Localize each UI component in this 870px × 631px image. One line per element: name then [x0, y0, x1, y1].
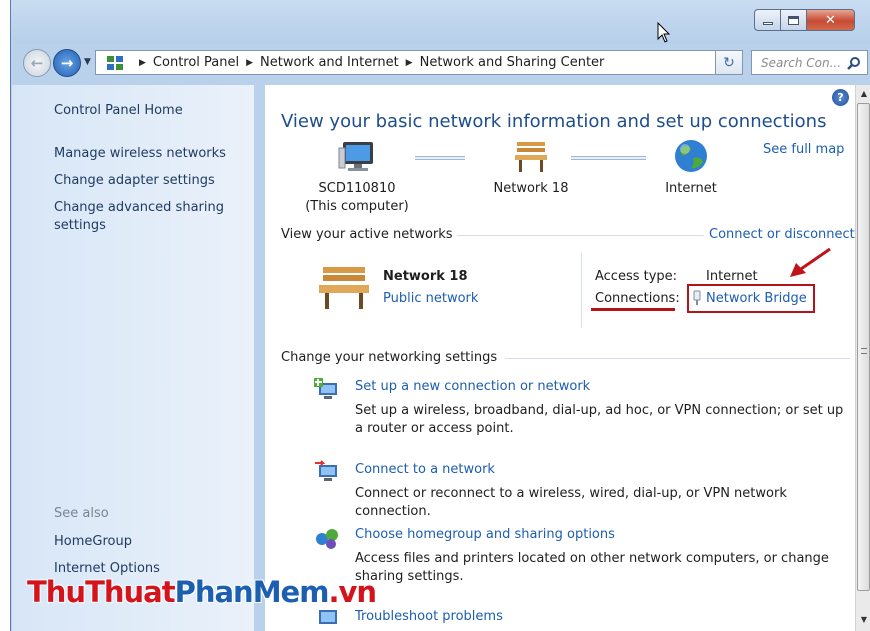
refresh-icon: ↻ — [723, 54, 735, 71]
navigation-bar: ← → ▼ ▶ Control Panel ▶ Network and Inte… — [11, 44, 870, 84]
map-network-node[interactable]: Network 18 — [471, 138, 591, 198]
forward-arrow-icon: → — [60, 54, 74, 72]
task-connect-network-desc: Connect or reconnect to a wireless, wire… — [355, 486, 787, 519]
title-bar: ✕ — [11, 0, 870, 44]
mouse-cursor-icon — [657, 22, 671, 43]
window: ✕ ← → ▼ ▶ Control Panel ▶ Network and In… — [10, 0, 870, 631]
back-button[interactable]: ← — [23, 49, 51, 77]
vertical-scrollbar[interactable]: ▲ ▼ — [855, 85, 870, 631]
watermark-part-2: PhanMem — [174, 575, 330, 609]
breadcrumb-separator-icon[interactable]: ▶ — [139, 58, 146, 68]
new-connection-icon — [314, 378, 337, 399]
recent-pages-dropdown[interactable]: ▼ — [84, 57, 91, 67]
public-network-link[interactable]: Public network — [383, 291, 478, 306]
internet-name: Internet — [665, 181, 717, 196]
connections-label: Connections: — [595, 291, 680, 306]
back-arrow-icon: ← — [30, 54, 44, 72]
connect-network-icon — [315, 460, 337, 481]
access-type-label: Access type: — [595, 269, 678, 284]
breadcrumb-network-and-internet[interactable]: Network and Internet — [260, 55, 399, 70]
bench-icon — [515, 142, 547, 172]
close-button[interactable]: ✕ — [807, 9, 855, 31]
scrollbar-grip-icon — [861, 348, 867, 354]
task-setup-connection-link[interactable]: Set up a new connection or network — [355, 379, 590, 394]
watermark-part-1: ThuThuat — [27, 575, 176, 609]
active-networks-heading: View your active networks — [281, 227, 453, 242]
connect-or-disconnect-link[interactable]: Connect or disconnect — [709, 227, 855, 242]
globe-icon — [675, 140, 707, 172]
watermark: ThuThuatPhanMem.vn — [27, 575, 377, 609]
task-homegroup-link[interactable]: Choose homegroup and sharing options — [355, 527, 615, 542]
task-connect-network-link[interactable]: Connect to a network — [355, 462, 495, 477]
computer-subtitle: (This computer) — [305, 199, 409, 214]
homegroup-icon — [316, 529, 338, 549]
address-bar[interactable]: ▶ Control Panel ▶ Network and Internet ▶… — [95, 50, 742, 75]
search-placeholder: Search Con... — [761, 55, 842, 70]
scroll-down-icon[interactable]: ▼ — [856, 611, 870, 627]
watermark-part-3: .vn — [328, 575, 377, 609]
computer-icon — [338, 142, 373, 171]
troubleshoot-icon — [319, 610, 337, 624]
plug-icon — [693, 290, 701, 305]
public-network-bench-icon — [319, 267, 369, 309]
search-icon[interactable] — [847, 56, 861, 70]
forward-button[interactable]: → — [53, 49, 81, 77]
task-homegroup-desc: Access files and printers located on oth… — [355, 551, 829, 584]
task-troubleshoot-link[interactable]: Troubleshoot problems — [355, 609, 503, 624]
red-arrow-annotation — [790, 247, 831, 277]
main-content: ? View your basic network information an… — [265, 85, 855, 631]
help-button[interactable]: ? — [832, 89, 849, 106]
map-internet-node[interactable]: Internet — [631, 138, 751, 198]
close-icon: ✕ — [825, 12, 836, 28]
divider — [505, 358, 850, 359]
control-panel-icon — [106, 55, 124, 71]
map-connection-line — [415, 156, 465, 160]
breadcrumb-separator-icon[interactable]: ▶ — [246, 58, 253, 68]
sidebar-item-change-adapter[interactable]: Change adapter settings — [54, 172, 215, 190]
sidebar-item-advanced-sharing[interactable]: Change advanced sharing settings — [54, 199, 239, 235]
sidebar-item-control-panel-home[interactable]: Control Panel Home — [54, 102, 183, 120]
search-input[interactable]: Search Con... — [751, 50, 868, 75]
vertical-divider — [581, 253, 582, 328]
access-type-value: Internet — [706, 269, 758, 284]
sidebar: Control Panel Home Manage wireless netwo… — [12, 85, 254, 631]
breadcrumb-network-and-sharing-center[interactable]: Network and Sharing Center — [420, 55, 605, 70]
sidebar-item-homegroup[interactable]: HomeGroup — [54, 533, 132, 551]
window-controls: ✕ — [754, 9, 855, 31]
breadcrumb-control-panel[interactable]: Control Panel — [153, 55, 239, 70]
sidebar-item-manage-wireless[interactable]: Manage wireless networks — [54, 145, 226, 163]
network-bridge-link[interactable]: Network Bridge — [706, 291, 807, 306]
breadcrumb-separator-icon[interactable]: ▶ — [406, 58, 413, 68]
network-name: Network 18 — [493, 181, 569, 196]
scrollbar-thumb[interactable] — [857, 103, 870, 591]
refresh-button[interactable]: ↻ — [715, 50, 743, 75]
help-icon: ? — [837, 91, 844, 104]
map-computer-node[interactable]: SCD110810 (This computer) — [297, 138, 417, 216]
computer-name: SCD110810 — [318, 181, 396, 196]
see-also-heading: See also — [54, 506, 109, 521]
minimize-button[interactable] — [754, 9, 781, 31]
active-network-name: Network 18 — [383, 269, 468, 284]
divider — [457, 235, 704, 236]
maximize-icon — [788, 15, 799, 25]
change-settings-heading: Change your networking settings — [281, 350, 498, 365]
minimize-icon — [762, 21, 773, 25]
maximize-button[interactable] — [781, 9, 807, 31]
scroll-up-icon[interactable]: ▲ — [856, 85, 870, 101]
red-underline-annotation — [591, 308, 675, 311]
page-title: View your basic network information and … — [281, 111, 827, 132]
see-full-map-link[interactable]: See full map — [763, 142, 844, 157]
task-setup-connection-desc: Set up a wireless, broadband, dial-up, a… — [355, 403, 844, 436]
